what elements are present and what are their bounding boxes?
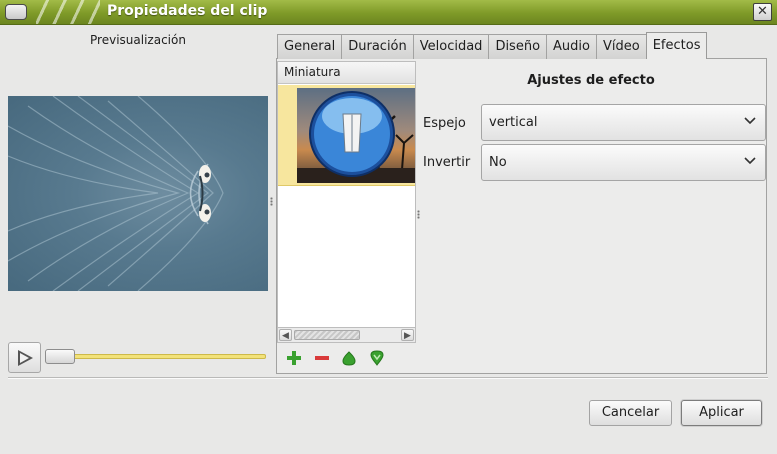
window-title: Propiedades del clip (107, 3, 268, 19)
mirror-label: Espejo (423, 116, 466, 131)
play-icon-fill (20, 353, 29, 363)
tab-duracion[interactable]: Duración (341, 34, 414, 59)
effect-settings-title: Ajustes de efecto (527, 73, 655, 88)
tab-audio[interactable]: Audio (546, 34, 597, 59)
scrollbar-thumb[interactable] (294, 330, 360, 340)
scroll-left-icon[interactable]: ◀ (279, 329, 292, 341)
invert-label: Invertir (423, 155, 471, 170)
scroll-right-icon[interactable]: ▶ (401, 329, 414, 341)
list-splitter[interactable] (417, 210, 420, 219)
chevron-down-icon (744, 117, 756, 125)
mirror-select[interactable]: vertical (481, 104, 766, 141)
tab-velocidad[interactable]: Velocidad (412, 34, 490, 59)
tab-bar: General Duración Velocidad Diseño Audio … (277, 32, 708, 59)
preview-splitter[interactable] (270, 197, 273, 206)
chevron-down-icon (744, 157, 756, 165)
title-bar: Propiedades del clip ✕ (0, 0, 777, 25)
remove-effect-icon[interactable] (313, 349, 331, 367)
tab-efectos[interactable]: Efectos (645, 32, 708, 59)
titlebar-decoration (36, 0, 100, 24)
effects-list-scrollbar[interactable]: ◀ ▶ (277, 327, 416, 343)
invert-select[interactable]: No (481, 144, 766, 181)
move-up-icon[interactable] (340, 349, 358, 367)
position-slider[interactable] (47, 354, 266, 359)
tab-diseno[interactable]: Diseño (488, 34, 548, 59)
tab-video[interactable]: Vídeo (595, 34, 647, 59)
list-item[interactable] (278, 85, 415, 186)
thumbnail-graphic (297, 91, 415, 183)
effect-thumbnail-icon (297, 88, 415, 183)
cancel-button[interactable]: Cancelar (589, 400, 672, 426)
add-effect-icon[interactable] (285, 349, 303, 367)
apply-button[interactable]: Aplicar (681, 400, 762, 426)
preview-image (8, 96, 268, 291)
close-icon[interactable]: ✕ (753, 3, 772, 21)
mirror-select-value: vertical (489, 115, 538, 130)
move-down-icon[interactable] (368, 349, 386, 367)
preview-label: Previsualización (90, 33, 186, 47)
window-menu-button[interactable] (5, 4, 27, 20)
tab-general[interactable]: General (277, 34, 343, 59)
effects-list[interactable]: Miniatura (277, 61, 416, 343)
effects-list-header[interactable]: Miniatura (278, 62, 415, 84)
water-scene-graphic (8, 96, 224, 291)
invert-select-value: No (489, 155, 507, 170)
play-button[interactable] (8, 342, 41, 373)
position-slider-handle[interactable] (45, 349, 75, 364)
footer-divider (8, 377, 768, 379)
